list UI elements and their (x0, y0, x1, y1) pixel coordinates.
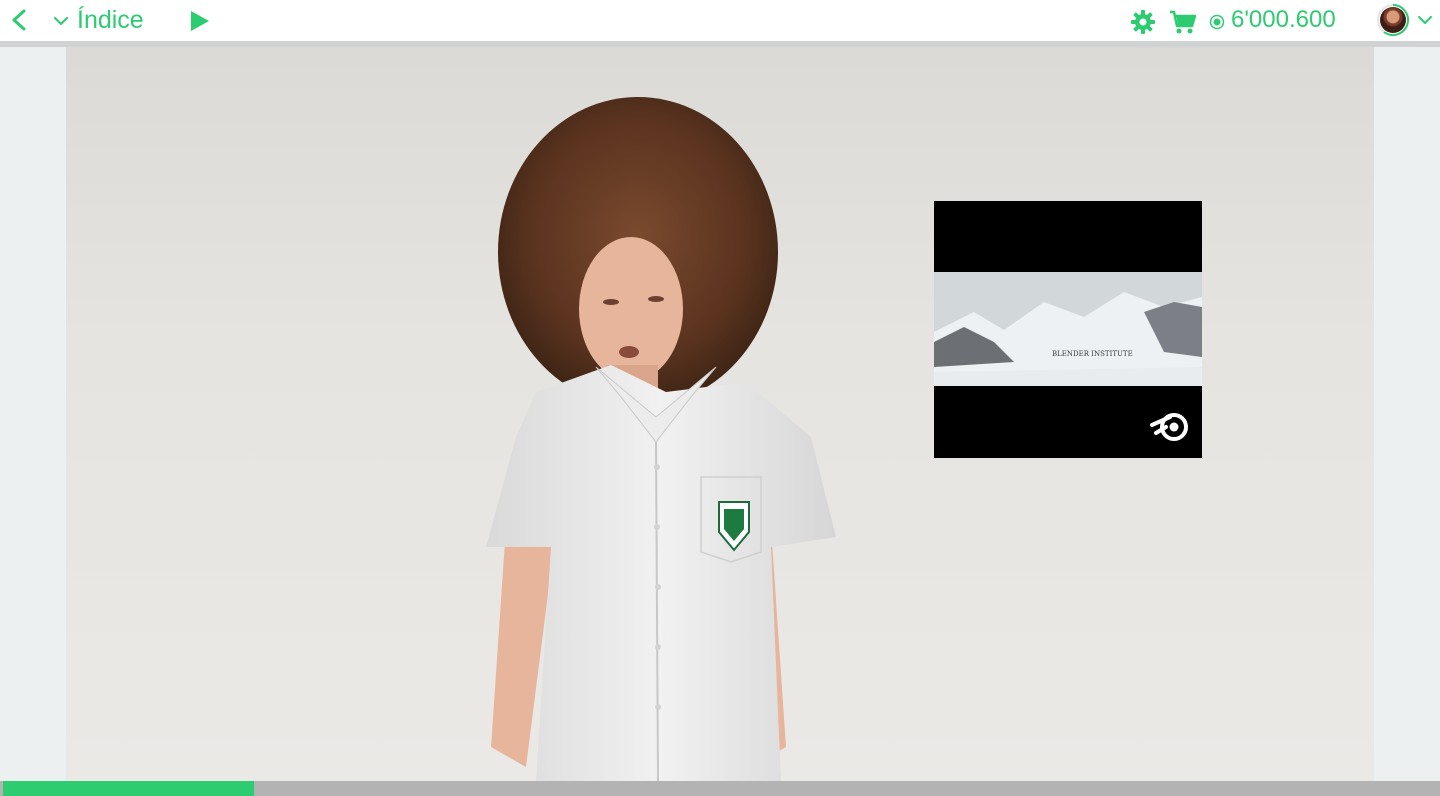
video-progress-fill (3, 781, 254, 796)
video-progress-bar[interactable] (0, 781, 1440, 796)
video-player[interactable]: BLENDER INSTITUTE (66, 47, 1374, 781)
user-menu-chevron-down-icon[interactable] (1416, 12, 1434, 28)
top-bar: Índice 6'000.600 (0, 0, 1440, 41)
coin-balance: 6'000.600 (1231, 6, 1336, 33)
index-menu-label[interactable]: Índice (77, 5, 144, 35)
index-chevron-down-icon[interactable] (52, 12, 70, 30)
back-chevron-icon[interactable] (8, 8, 30, 32)
cart-icon[interactable] (1169, 9, 1197, 35)
avatar[interactable] (1376, 3, 1410, 37)
gear-icon[interactable] (1130, 9, 1156, 35)
pip-scene-image: BLENDER INSTITUTE (934, 272, 1202, 386)
blender-logo-icon (1150, 413, 1188, 441)
play-icon[interactable] (188, 9, 212, 33)
pip-caption: BLENDER INSTITUTE (1052, 350, 1133, 358)
avatar-photo (1380, 7, 1406, 33)
picture-in-picture-video[interactable]: BLENDER INSTITUTE (934, 201, 1202, 458)
coin-icon (1209, 14, 1225, 30)
